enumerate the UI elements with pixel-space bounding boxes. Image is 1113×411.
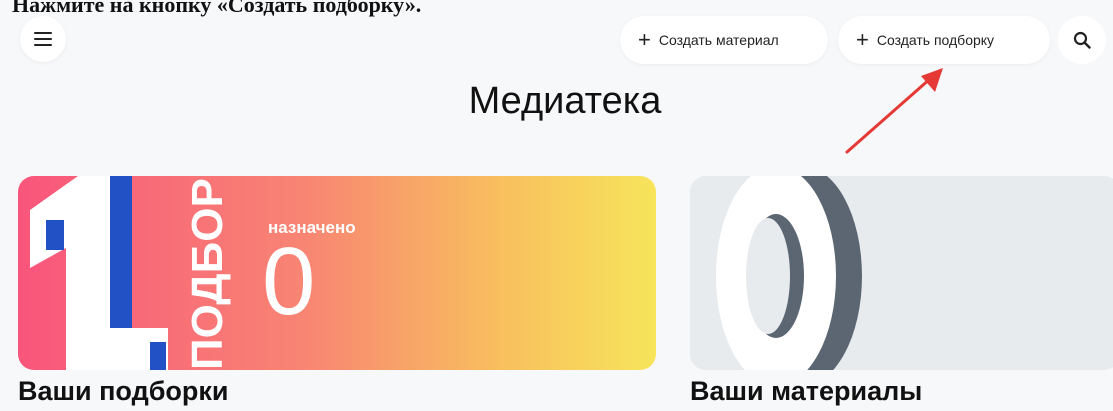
create-selection-button[interactable]: + Создать подборку [838,16,1050,64]
search-icon [1073,31,1091,49]
menu-button[interactable] [20,16,66,62]
assigned-count: 0 [262,228,316,335]
big-number-zero-graphic [690,176,890,370]
create-selection-label: Создать подборку [876,32,995,48]
selection-vertical-label: ПОДБОРКА [183,176,232,370]
plus-icon: + [856,27,869,52]
hamburger-menu-icon [34,32,52,46]
materials-card[interactable] [690,176,1113,370]
selections-card[interactable]: ПОДБОРКА назначено 0 [18,176,656,370]
create-material-label: Создать материал [658,32,779,48]
search-button[interactable] [1058,16,1106,64]
annotation-arrow-icon [845,68,943,154]
selections-caption: Ваши подборки [18,376,229,406]
instruction-text: Нажмите на кнопку «Создать подборку». [12,0,422,17]
create-material-button[interactable]: + Создать материал [620,16,828,64]
materials-caption: Ваши материалы [690,376,923,406]
plus-icon: + [638,27,651,52]
